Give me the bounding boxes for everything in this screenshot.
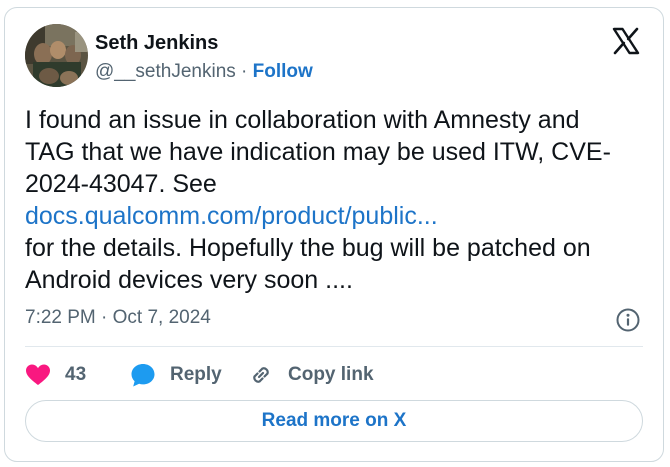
- tweet-card: Seth Jenkins @__sethJenkins · Follow I f…: [4, 7, 664, 462]
- tweet-text-line: for the details. Hopefully the bug will …: [25, 234, 591, 262]
- like-button[interactable]: 43: [25, 360, 86, 390]
- tweet-text: I found an issue in collaboration with A…: [25, 104, 645, 296]
- x-logo-icon[interactable]: [611, 26, 641, 56]
- tweet-text-line: TAG that we have indication may be used …: [25, 138, 611, 166]
- divider: [25, 346, 643, 347]
- info-icon[interactable]: [615, 307, 641, 333]
- tweet-link[interactable]: docs.qualcomm.com/product/public...: [25, 200, 645, 232]
- author-handle[interactable]: @__sethJenkins: [95, 61, 236, 82]
- read-more-button[interactable]: Read more on X: [25, 400, 643, 442]
- reply-label: Reply: [170, 364, 222, 385]
- follow-button[interactable]: Follow: [253, 61, 313, 82]
- copy-link-button[interactable]: Copy link: [248, 360, 374, 390]
- avatar[interactable]: [25, 24, 88, 87]
- avatar-photo: [25, 24, 88, 87]
- link-icon: [253, 367, 269, 383]
- heart-icon: [26, 364, 50, 385]
- tweet-text-line: Android devices very soon ....: [25, 266, 353, 294]
- author-name[interactable]: Seth Jenkins: [95, 32, 218, 55]
- tweet-text-line: I found an issue in collaboration with A…: [25, 106, 580, 134]
- tweet-timestamp[interactable]: 7:22 PM · Oct 7, 2024: [25, 307, 211, 329]
- author-handle-row: @__sethJenkins · Follow: [95, 61, 313, 83]
- handle-separator: ·: [241, 61, 248, 82]
- reply-bubble-icon: [131, 364, 155, 387]
- tweet-text-line: 2024-43047. See: [25, 170, 217, 198]
- reply-button[interactable]: Reply: [130, 360, 222, 390]
- copy-link-label: Copy link: [288, 364, 374, 385]
- like-count: 43: [65, 364, 87, 385]
